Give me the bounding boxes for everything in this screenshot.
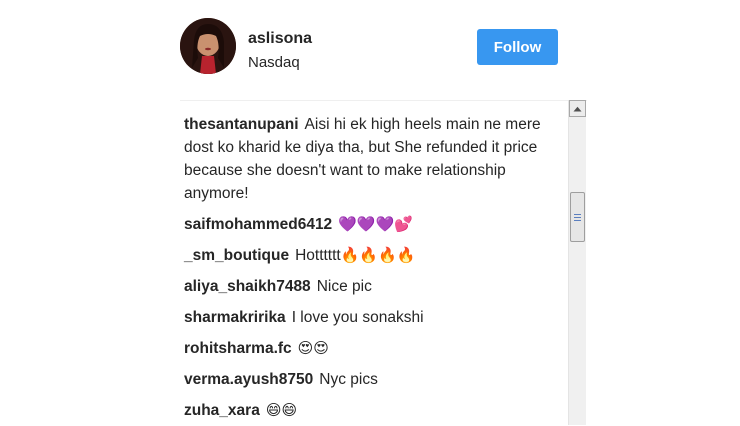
comment-emoji: 🔥🔥🔥🔥 [340, 246, 416, 264]
comment-text: Hotttttt [295, 247, 341, 264]
username-link[interactable]: aslisona [248, 30, 312, 48]
comment-item: saifmohammed6412 💜💜💜💕 [184, 213, 564, 236]
scroll-up-button[interactable] [569, 100, 586, 117]
avatar[interactable] [180, 18, 236, 74]
comment-item: aliya_shaikh7488 Nice pic [184, 275, 564, 298]
comment-username[interactable]: sharmakririka [184, 309, 286, 326]
comment-text: I love you sonakshi [291, 309, 424, 326]
arrow-up-icon [573, 106, 582, 111]
comment-username[interactable]: rohitsharma.fc [184, 340, 292, 357]
comment-username[interactable]: zuha_xara [184, 402, 260, 419]
comment-item: _sm_boutique Hotttttt🔥🔥🔥🔥 [184, 244, 564, 267]
comment-username[interactable]: _sm_boutique [184, 247, 289, 264]
comment-item: verma.ayush8750 Nyc pics [184, 368, 564, 391]
comment-item: rohitsharma.fc 😍😍 [184, 337, 564, 360]
comment-item: zuha_xara 😄😄 [184, 399, 564, 422]
comment-item: thesantanupani Aisi hi ek high heels main… [184, 113, 564, 205]
comment-text: Nyc pics [319, 371, 378, 388]
comment-username[interactable]: thesantanupani [184, 116, 299, 133]
follow-button[interactable]: Follow [477, 29, 558, 65]
comments-container: thesantanupani Aisi hi ek high heels main… [184, 113, 564, 426]
comment-emoji: 😍😍 [297, 339, 329, 357]
comment-username[interactable]: aliya_shaikh7488 [184, 278, 311, 295]
comment-text: Nice pic [316, 278, 372, 295]
comments-scrollbar[interactable] [568, 100, 586, 425]
scroll-thumb[interactable] [570, 192, 585, 242]
post-header: aslisona Nasdaq Follow [180, 18, 560, 80]
comment-emoji: 😄😄 [265, 401, 298, 419]
comment-item: sharmakririka I love you sonakshi [184, 306, 564, 329]
comment-emoji: 💜💜💜💕 [338, 215, 413, 233]
grip-icon [574, 212, 581, 223]
comment-username[interactable]: saifmohammed6412 [184, 216, 332, 233]
comment-username[interactable]: verma.ayush8750 [184, 371, 313, 388]
profile-photo-icon [180, 18, 236, 74]
comments-list: thesantanupani Aisi hi ek high heels main… [180, 100, 587, 426]
location-link[interactable]: Nasdaq [248, 54, 300, 71]
